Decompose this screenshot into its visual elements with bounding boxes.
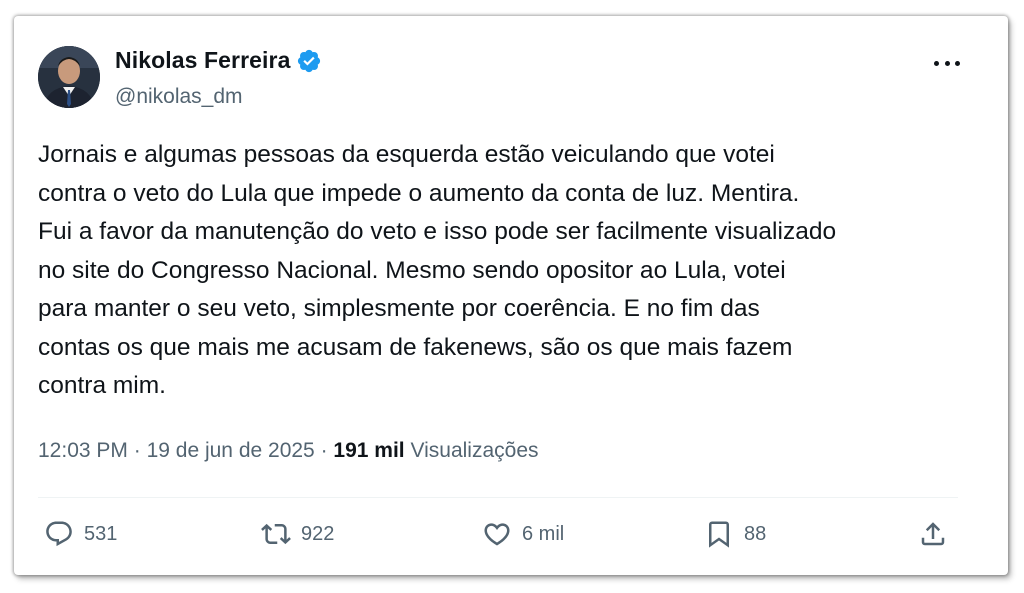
reply-count: 531 xyxy=(84,522,118,545)
verified-badge-icon xyxy=(298,49,321,72)
bookmark-icon xyxy=(709,521,729,548)
tweet-card: Nikolas Ferreira @nikolas_dm Jornais e a… xyxy=(14,16,1008,575)
like-count: 6 mil xyxy=(522,522,565,545)
bookmark-count: 88 xyxy=(744,522,767,545)
tweet-time[interactable]: 12:03 PM xyxy=(38,439,128,462)
views-count: 191 mil xyxy=(333,439,405,462)
heart-icon xyxy=(484,523,510,546)
meta-separator: · xyxy=(320,439,328,462)
reply-icon xyxy=(46,521,72,547)
retweet-button[interactable]: 922 xyxy=(261,519,334,549)
views-label: Visualizações xyxy=(410,439,539,462)
tweet-metadata: 12:03 PM · 19 de jun de 2025 · 191 mil V… xyxy=(38,439,539,463)
retweet-icon xyxy=(261,523,291,545)
retweet-count: 922 xyxy=(301,522,335,545)
bookmark-button[interactable]: 88 xyxy=(704,519,766,549)
divider xyxy=(38,497,958,498)
author-name[interactable]: Nikolas Ferreira xyxy=(115,47,290,74)
like-button[interactable]: 6 mil xyxy=(482,519,564,549)
share-button[interactable] xyxy=(918,519,948,549)
avatar[interactable] xyxy=(38,46,100,108)
tweet-date[interactable]: 19 de jun de 2025 xyxy=(147,439,315,462)
tweet-text: Jornais e algumas pessoas da esquerda es… xyxy=(38,141,837,399)
share-icon xyxy=(921,522,945,546)
reply-button[interactable]: 531 xyxy=(44,519,117,549)
meta-separator: · xyxy=(133,439,141,462)
more-horizontal-icon[interactable] xyxy=(934,54,960,72)
author-handle[interactable]: @nikolas_dm xyxy=(115,85,243,109)
author-row: Nikolas Ferreira xyxy=(115,47,322,74)
